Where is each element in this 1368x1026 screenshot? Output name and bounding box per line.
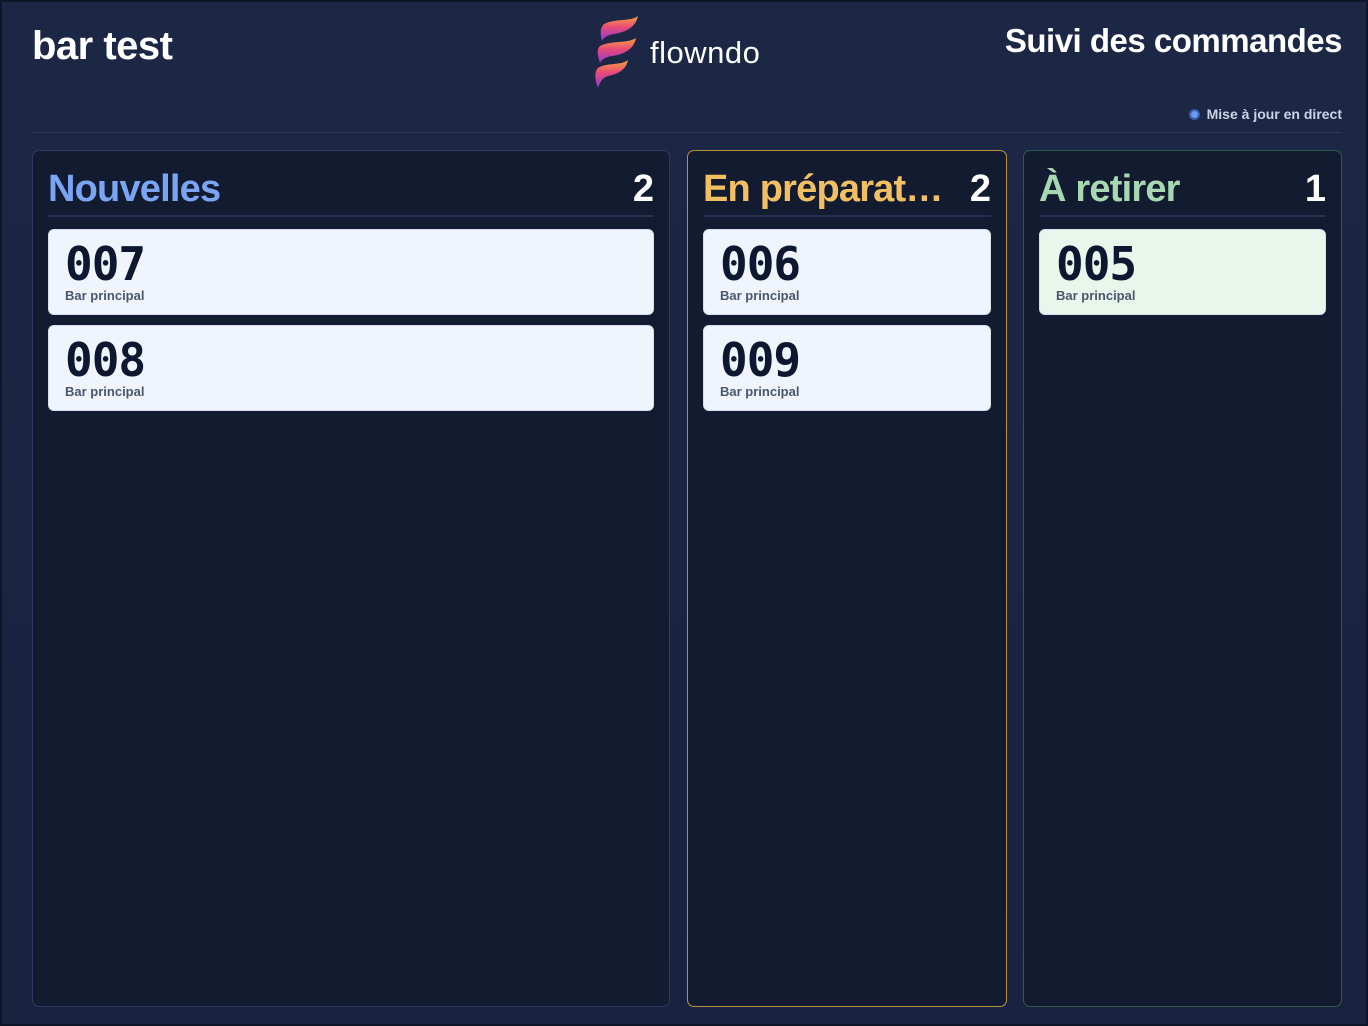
column-header: Nouvelles 2 bbox=[48, 163, 654, 217]
order-card[interactable]: 007 Bar principal bbox=[48, 229, 654, 315]
column-preparing: En préparation 2 006 Bar principal 009 B… bbox=[687, 150, 1007, 1007]
column-count: 1 bbox=[1304, 167, 1326, 210]
live-status-label: Mise à jour en direct bbox=[1206, 106, 1342, 122]
order-number: 005 bbox=[1056, 237, 1137, 291]
order-board: bar test flowndo Suivi des commandes Mis… bbox=[0, 0, 1368, 1026]
order-number: 007 bbox=[65, 237, 146, 291]
column-count: 2 bbox=[969, 167, 991, 210]
column-title: En préparation bbox=[703, 167, 953, 210]
order-location: Bar principal bbox=[1056, 288, 1136, 303]
column-title: Nouvelles bbox=[48, 167, 221, 210]
brand-name: flowndo bbox=[650, 35, 761, 70]
column-count: 2 bbox=[632, 167, 654, 210]
venue-name: bar test bbox=[32, 24, 173, 68]
order-number: 009 bbox=[720, 333, 801, 387]
column-header: À retirer 1 bbox=[1039, 163, 1326, 217]
order-location: Bar principal bbox=[65, 384, 145, 399]
column-title: À retirer bbox=[1039, 167, 1180, 210]
live-dot-icon bbox=[1188, 108, 1200, 120]
live-status: Mise à jour en direct bbox=[1188, 106, 1342, 122]
order-card[interactable]: 008 Bar principal bbox=[48, 325, 654, 411]
column-new: Nouvelles 2 007 Bar principal 008 Bar pr… bbox=[32, 150, 670, 1007]
order-location: Bar principal bbox=[720, 384, 800, 399]
order-card[interactable]: 009 Bar principal bbox=[703, 325, 991, 411]
order-location: Bar principal bbox=[65, 288, 145, 303]
screen-title: Suivi des commandes bbox=[1004, 22, 1343, 59]
order-number: 006 bbox=[720, 237, 801, 291]
flowndo-logo-icon bbox=[595, 16, 638, 88]
column-header: En préparation 2 bbox=[703, 163, 991, 217]
order-card[interactable]: 005 Bar principal bbox=[1039, 229, 1326, 315]
order-card[interactable]: 006 Bar principal bbox=[703, 229, 991, 315]
column-ready: À retirer 1 005 Bar principal bbox=[1023, 150, 1342, 1007]
header: bar test flowndo Suivi des commandes Mis… bbox=[32, 2, 1343, 133]
order-number: 008 bbox=[65, 333, 146, 387]
order-location: Bar principal bbox=[720, 288, 800, 303]
brand-logo: flowndo bbox=[592, 14, 760, 90]
